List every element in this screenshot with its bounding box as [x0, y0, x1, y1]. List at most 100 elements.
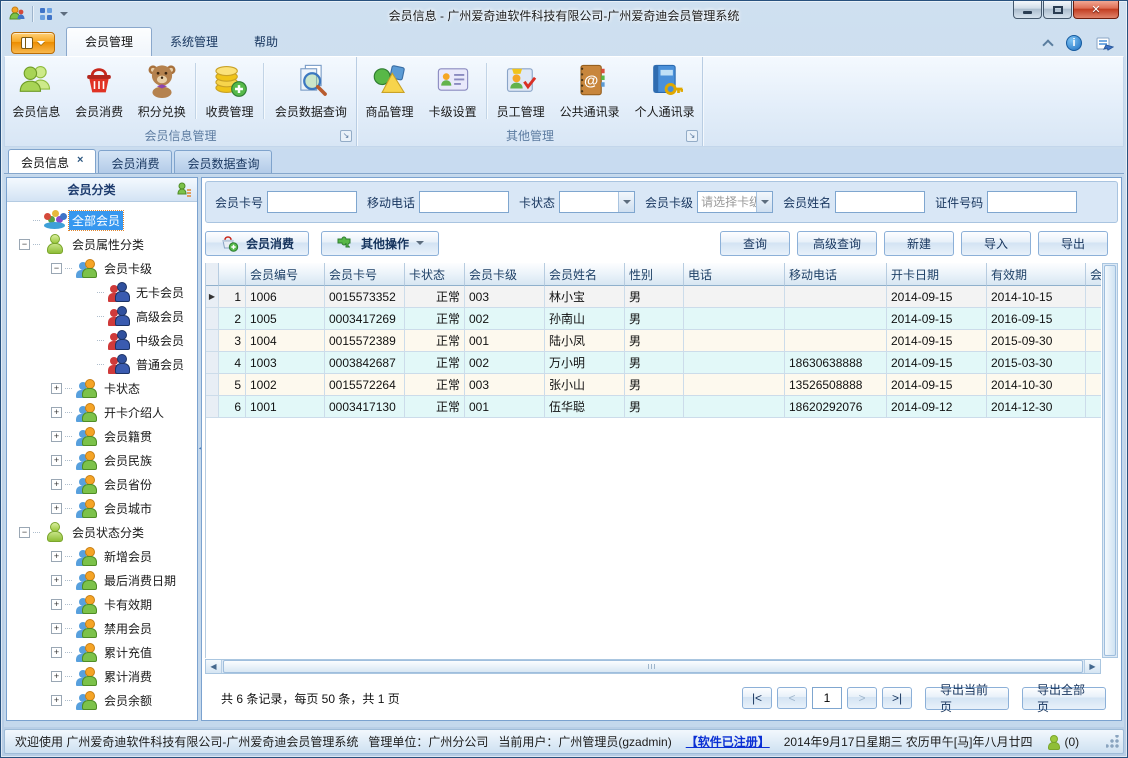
tree-item-label[interactable]: 会员省份: [101, 475, 155, 494]
tree-toggle-icon[interactable]: [51, 694, 62, 706]
dialog-launcher-icon[interactable]: ↘: [340, 130, 352, 142]
tree-toggle-icon[interactable]: [51, 598, 62, 610]
tree-item[interactable]: 新增会员: [7, 544, 197, 568]
header-gender[interactable]: 性别: [625, 263, 684, 286]
header-mobile[interactable]: 移动电话: [785, 263, 887, 286]
tree-item[interactable]: 无卡会员: [7, 280, 197, 304]
tree-toggle-icon[interactable]: [51, 550, 62, 562]
scroll-left-icon[interactable]: ◀: [206, 660, 222, 673]
card-status-combo[interactable]: [559, 191, 636, 213]
export-all-pages-button[interactable]: 导出全部页: [1022, 683, 1106, 714]
tree-item-label[interactable]: 会员民族: [101, 451, 155, 470]
header-member-name[interactable]: 会员姓名: [545, 263, 625, 286]
combo-dropdown-button[interactable]: [618, 192, 635, 212]
tree-toggle-icon[interactable]: [51, 574, 62, 586]
header-expiry[interactable]: 有效期: [987, 263, 1086, 286]
tree-item[interactable]: 卡有效期: [7, 592, 197, 616]
tree-item-label[interactable]: 累计消费: [101, 667, 155, 686]
first-page-button[interactable]: |<: [742, 687, 772, 709]
vertical-scrollbar-thumb[interactable]: [1104, 265, 1116, 656]
tree-item-label[interactable]: 中级会员: [133, 331, 187, 350]
horizontal-scrollbar[interactable]: ◀ ▶: [205, 659, 1101, 674]
ribbon-button-member-info[interactable]: 会员信息: [5, 59, 68, 123]
import-button[interactable]: 导入: [961, 230, 1031, 256]
new-button[interactable]: 新建: [884, 230, 954, 256]
tree-toggle-icon[interactable]: [51, 262, 62, 274]
query-button[interactable]: 查询: [720, 230, 790, 256]
tree-item-label[interactable]: 会员属性分类: [69, 235, 147, 254]
resize-grip[interactable]: [1106, 735, 1119, 748]
tree-item-label[interactable]: 累计充值: [101, 643, 155, 662]
table-row[interactable]: 2 1005 0003417269 正常 002 孙南山 男 2014-09-1…: [206, 308, 1101, 330]
tree-item-label[interactable]: 禁用会员: [101, 619, 155, 638]
tree-item-label[interactable]: 会员状态分类: [69, 523, 147, 542]
doc-tab-member-consume[interactable]: 会员消费: [98, 150, 173, 173]
tree-toggle-icon[interactable]: [51, 670, 62, 682]
table-row[interactable]: 6 1001 0003417130 正常 001 伍华聪 男 186202920…: [206, 396, 1101, 418]
tree-item[interactable]: 开卡介绍人: [7, 400, 197, 424]
ribbon-tab-member[interactable]: 会员管理: [66, 27, 153, 56]
tree-item-label[interactable]: 会员籍贯: [101, 427, 155, 446]
header-card-level[interactable]: 会员卡级: [465, 263, 545, 286]
header-open-date[interactable]: 开卡日期: [887, 263, 987, 286]
tree-item[interactable]: 会员城市: [7, 496, 197, 520]
tree-toggle-icon[interactable]: [51, 382, 62, 394]
card-level-combo[interactable]: 请选择卡级: [697, 191, 774, 213]
tree-toggle-icon[interactable]: [51, 454, 62, 466]
other-operations-button[interactable]: 其他操作: [321, 230, 440, 256]
registered-link[interactable]: 【软件已注册】: [686, 733, 770, 750]
tree-item-label[interactable]: 会员城市: [101, 499, 155, 518]
tree-item-label[interactable]: 全部会员: [67, 209, 125, 231]
ribbon-tab-help[interactable]: 帮助: [236, 28, 296, 56]
info-icon[interactable]: i: [1066, 35, 1082, 51]
advanced-query-button[interactable]: 高级查询: [797, 230, 877, 256]
ribbon-tab-system[interactable]: 系统管理: [152, 28, 236, 56]
horizontal-scrollbar-thumb[interactable]: [223, 660, 1083, 673]
tree-item-label[interactable]: 卡有效期: [101, 595, 155, 614]
ribbon-button-public-contacts[interactable]: @ 公共通讯录: [552, 59, 627, 123]
table-row[interactable]: 3 1004 0015572389 正常 001 陆小凤 男 2014-09-1…: [206, 330, 1101, 352]
ribbon-button-member-consume[interactable]: 会员消费: [68, 59, 131, 123]
collapse-ribbon-icon[interactable]: [1042, 39, 1054, 51]
ribbon-button-card-level-settings[interactable]: 卡级设置: [421, 59, 484, 123]
header-card-status[interactable]: 卡状态: [405, 263, 465, 286]
header-phone[interactable]: 电话: [684, 263, 785, 286]
page-number-input[interactable]: [812, 687, 842, 709]
tree-item[interactable]: 会员状态分类: [7, 520, 197, 544]
id-number-input[interactable]: [987, 191, 1078, 213]
tree-toggle-icon[interactable]: [51, 430, 62, 442]
ribbon-button-goods-management[interactable]: 商品管理: [358, 59, 421, 123]
header-card-no[interactable]: 会员卡号: [325, 263, 405, 286]
tree-toggle-icon[interactable]: [51, 646, 62, 658]
tree-item[interactable]: 会员卡级: [7, 256, 197, 280]
tree-item-label[interactable]: 普通会员: [133, 355, 187, 374]
tree-item-label[interactable]: 最后消费日期: [101, 571, 179, 590]
tree-item[interactable]: 会员民族: [7, 448, 197, 472]
online-user-icon[interactable]: [1046, 734, 1061, 750]
ribbon-button-fee-management[interactable]: 收费管理: [198, 59, 261, 123]
tree-item[interactable]: 高级会员: [7, 304, 197, 328]
prev-page-button[interactable]: <: [777, 687, 807, 709]
tree-item[interactable]: 累计消费: [7, 664, 197, 688]
ribbon-button-points-exchange[interactable]: 积分兑换: [130, 59, 193, 123]
maximize-button[interactable]: [1043, 1, 1072, 19]
minimize-button[interactable]: [1013, 1, 1042, 19]
tree-toggle-icon[interactable]: [51, 478, 62, 490]
header-partial[interactable]: 会员: [1086, 263, 1101, 286]
card-no-input[interactable]: [267, 191, 358, 213]
tree-item[interactable]: 禁用会员: [7, 616, 197, 640]
category-settings-icon[interactable]: [176, 182, 192, 198]
dialog-launcher-icon[interactable]: ↘: [686, 130, 698, 142]
ribbon-button-personal-contacts[interactable]: 个人通讯录: [627, 59, 702, 123]
tree-item[interactable]: 最后消费日期: [7, 568, 197, 592]
tree-toggle-icon[interactable]: [51, 622, 62, 634]
table-row[interactable]: 4 1003 0003842687 正常 002 万小明 男 186306388…: [206, 352, 1101, 374]
app-menu-button[interactable]: [11, 32, 55, 54]
next-page-button[interactable]: >: [847, 687, 877, 709]
ribbon-button-staff-management[interactable]: 员工管理: [489, 59, 552, 123]
close-button[interactable]: ✕: [1073, 1, 1119, 19]
tree-toggle-icon[interactable]: [51, 502, 62, 514]
tree-item-label[interactable]: 卡状态: [101, 379, 143, 398]
combo-dropdown-button[interactable]: [756, 192, 773, 212]
tree-toggle-icon[interactable]: [19, 526, 30, 538]
